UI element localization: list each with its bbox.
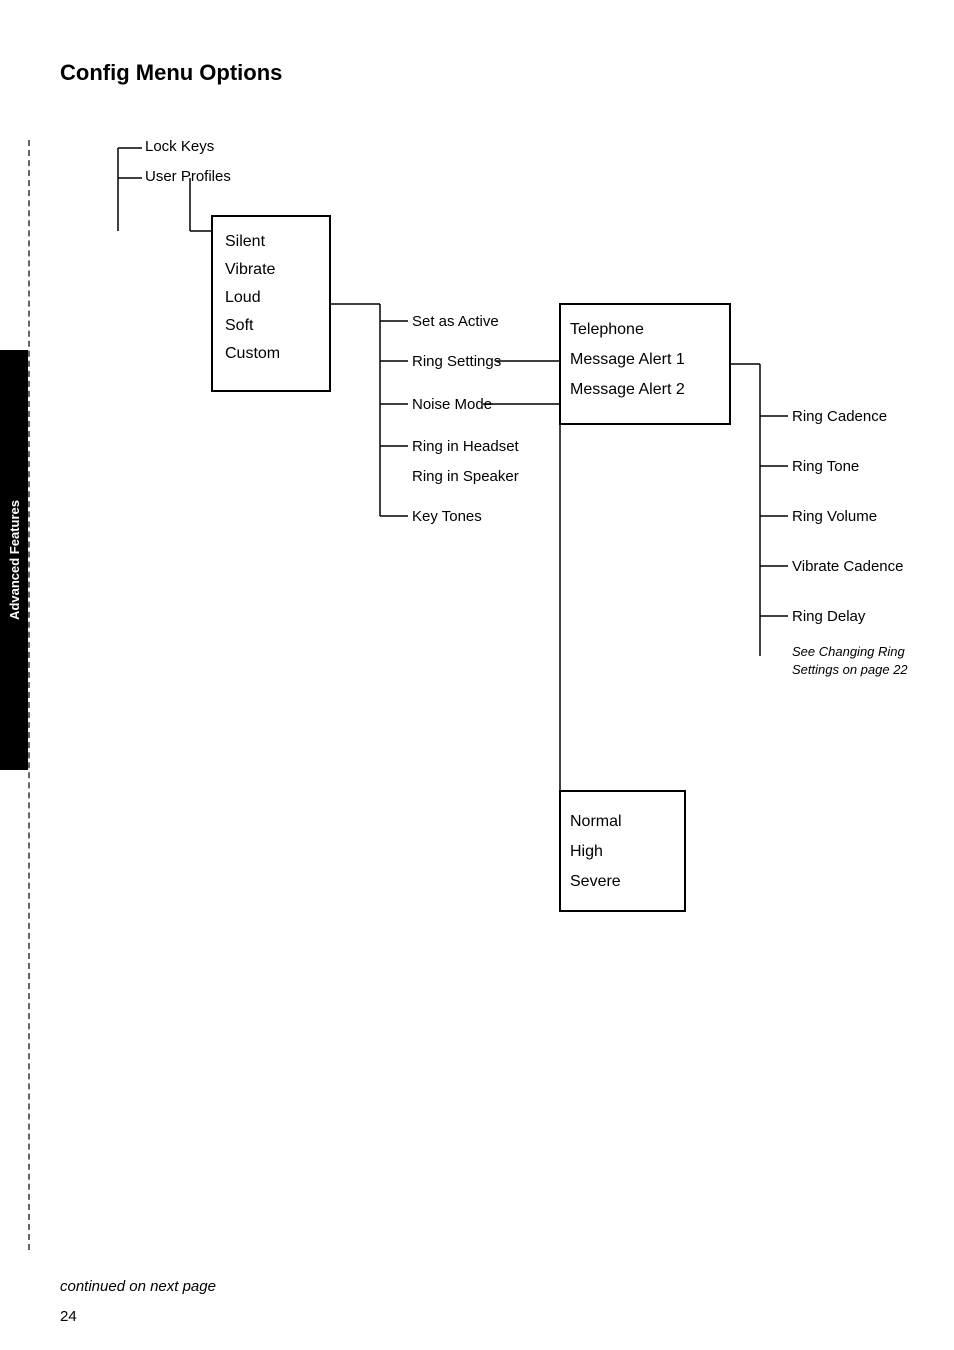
profile-custom: Custom [225,345,280,362]
set-as-active-label: Set as Active [412,313,499,330]
diagram-svg: Lock Keys User Profiles Silent Vibrate L… [60,126,920,1046]
rs-msg-alert-2: Message Alert 2 [570,381,685,398]
ring-volume-label: Ring Volume [792,508,877,525]
page-number: 24 [60,1308,77,1325]
dashed-border-line [28,140,30,1250]
see-note-line2: Settings on page 22 [792,662,908,677]
page-title: Config Menu Options [60,60,914,86]
profile-silent: Silent [225,233,266,250]
nm-normal: Normal [570,813,622,830]
ring-headset-label: Ring in Headset [412,438,520,455]
key-tones-label: Key Tones [412,508,482,525]
profile-vibrate: Vibrate [225,261,276,278]
ring-settings-label: Ring Settings [412,353,501,370]
rs-msg-alert-1: Message Alert 1 [570,351,685,368]
ring-cadence-label: Ring Cadence [792,408,887,425]
page-container: Advanced Features Config Menu Options Lo… [0,0,954,1350]
profile-loud: Loud [225,289,261,306]
continued-text: continued on next page [60,1278,216,1295]
nm-high: High [570,843,603,860]
see-note-line1: See Changing Ring [792,644,906,659]
main-content: Config Menu Options Lock Keys User Profi… [60,60,914,1050]
rs-telephone: Telephone [570,321,644,338]
vibrate-cadence-label: Vibrate Cadence [792,558,903,575]
lock-keys-label: Lock Keys [145,138,214,155]
noise-mode-label: Noise Mode [412,396,492,413]
profile-soft: Soft [225,317,254,334]
ring-delay-label: Ring Delay [792,608,866,625]
side-tab-label: Advanced Features [7,500,22,620]
ring-speaker-label: Ring in Speaker [412,468,519,485]
ring-tone-label: Ring Tone [792,458,859,475]
user-profiles-label: User Profiles [145,168,231,185]
nm-severe: Severe [570,873,621,890]
side-tab: Advanced Features [0,350,28,770]
